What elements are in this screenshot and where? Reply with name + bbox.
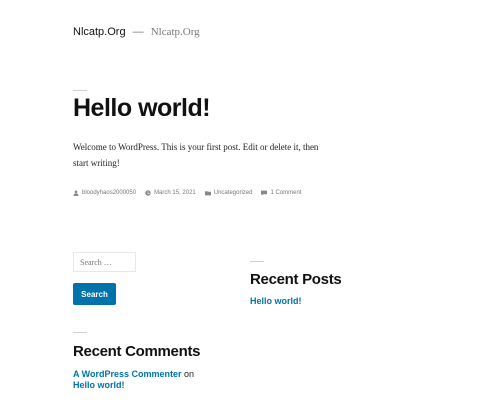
post-author-label: bloodyhaos2000050: [82, 190, 137, 196]
search-input[interactable]: [73, 252, 136, 272]
search-button[interactable]: Search: [73, 283, 116, 305]
post-content: Welcome to WordPress. This is your first…: [73, 142, 319, 168]
post-title[interactable]: Hello world!: [73, 94, 211, 123]
comment-connector: on: [184, 369, 195, 379]
recent-comment-item: A WordPress Commenter on Hello world!: [73, 369, 194, 391]
post-comments-label: 1 Comment: [270, 190, 302, 196]
post-divider: [73, 90, 87, 91]
post-category-label: Uncategorized: [213, 190, 253, 196]
comment-post-link[interactable]: Hello world!: [73, 380, 125, 390]
clock-icon: [145, 190, 151, 196]
site-description: Nlcatp.Org: [150, 26, 200, 38]
site-title-link[interactable]: Nlcatp.Org: [73, 26, 126, 38]
recent-posts-title: Recent Posts: [250, 271, 342, 288]
title-separator: —: [132, 26, 144, 38]
recent-comments-title: Recent Comments: [73, 343, 201, 360]
post-date[interactable]: March 15, 2021: [145, 190, 196, 196]
folder-icon: [204, 191, 211, 196]
commenter-link[interactable]: A WordPress Commenter: [73, 369, 182, 379]
post-category[interactable]: Uncategorized: [204, 190, 253, 196]
post-author[interactable]: bloodyhaos2000050: [73, 190, 136, 196]
comment-icon: [261, 190, 268, 196]
user-icon: [73, 190, 79, 196]
recent-posts-divider: [250, 261, 264, 262]
post-meta: bloodyhaos2000050 March 15, 2021 Uncateg…: [73, 190, 301, 196]
site-branding: Nlcatp.Org — Nlcatp.Org: [73, 26, 200, 38]
post-comments[interactable]: 1 Comment: [261, 190, 301, 196]
recent-comments-divider: [73, 332, 87, 333]
post-date-label: March 15, 2021: [154, 190, 196, 196]
recent-post-link[interactable]: Hello world!: [250, 296, 302, 306]
